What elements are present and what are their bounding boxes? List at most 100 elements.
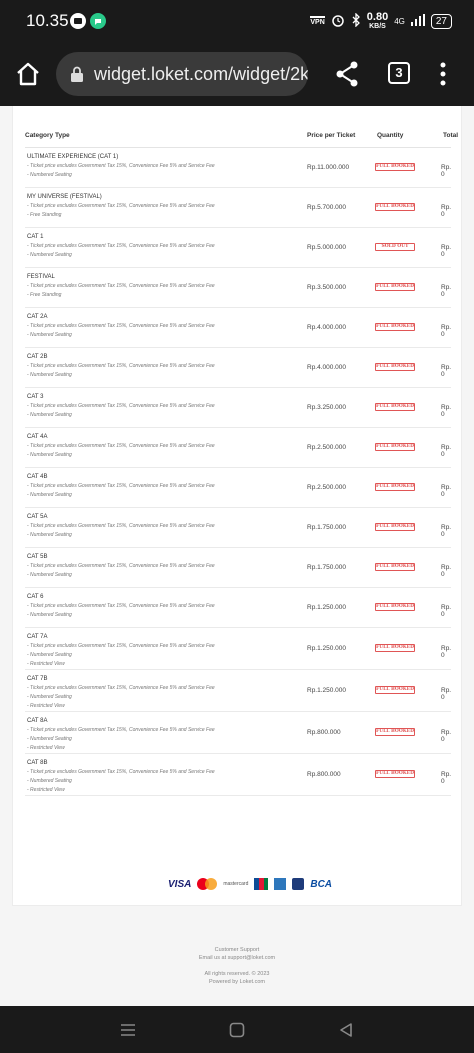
ticket-price: Rp.3.500.000 (307, 284, 347, 291)
payment-logos: VISA mastercard BCA (168, 876, 332, 892)
ticket-category-name: CAT 5A (27, 514, 48, 520)
home-nav-icon[interactable] (229, 1022, 245, 1043)
availability-badge: FULL BOOKED (375, 644, 415, 652)
ticket-row: CAT 4B - Ticket price excludes Government… (25, 468, 451, 508)
table-header: Category Type Price per Ticket Quantity … (25, 126, 458, 148)
ticket-note: - Ticket price excludes Government Tax 1… (27, 727, 215, 733)
support-email[interactable]: Email us at support@loket.com (0, 954, 474, 962)
ticket-note: - Ticket price excludes Government Tax 1… (27, 323, 215, 329)
amex-logo-icon (274, 878, 287, 890)
ticket-note: - Restricted View (27, 787, 65, 793)
jcb-logo-icon (254, 878, 269, 890)
status-bar: 10.35 VPN 0.80 KB/S 4G 27 (0, 0, 474, 42)
ticket-note: - Numbered Seating (27, 452, 72, 458)
ticket-note: - Ticket price excludes Government Tax 1… (27, 483, 215, 489)
ticket-total: Rp. 0 (441, 645, 452, 659)
ticket-category-name: CAT 4A (27, 434, 48, 440)
copyright: All rights reserved. © 2023 (204, 971, 270, 977)
ticket-total: Rp. 0 (441, 484, 452, 498)
mastercard-logo-icon (197, 878, 218, 890)
ticket-category-name: CAT 8A (27, 718, 48, 724)
bluetooth-icon (351, 11, 361, 30)
ticket-note: - Ticket price excludes Government Tax 1… (27, 243, 215, 249)
bca-logo: BCA (310, 878, 333, 890)
gpn-logo-icon (292, 878, 305, 890)
lock-icon (70, 66, 84, 82)
ticket-price: Rp.4.000.000 (307, 364, 347, 371)
ticket-category-name: CAT 7B (27, 676, 48, 682)
header-quantity: Quantity (377, 132, 404, 139)
ticket-row: CAT 2B - Ticket price excludes Government… (25, 348, 451, 388)
ticket-note: - Numbered Seating (27, 412, 72, 418)
ticket-category-name: CAT 7A (27, 634, 48, 640)
ticket-category-name: FESTIVAL (27, 274, 55, 280)
ticket-note: - Ticket price excludes Government Tax 1… (27, 643, 215, 649)
ticket-price: Rp.5.000.000 (307, 244, 347, 251)
ticket-row: CAT 5A - Ticket price excludes Government… (25, 508, 451, 548)
availability-badge: FULL BOOKED (375, 403, 415, 411)
header-total: Total (443, 132, 459, 139)
powered-by[interactable]: Powered by Loket.com (0, 978, 474, 986)
ticket-category-name: CAT 6 (27, 594, 44, 600)
ticket-note: - Ticket price excludes Government Tax 1… (27, 603, 215, 609)
header-category: Category Type (25, 132, 70, 139)
ticket-note: - Numbered Seating (27, 332, 72, 338)
availability-badge: FULL BOOKED (375, 770, 415, 778)
ticket-note: - Numbered Seating (27, 652, 72, 658)
availability-badge: FULL BOOKED (375, 203, 415, 211)
ticket-total: Rp. 0 (441, 687, 452, 701)
ticket-note: - Ticket price excludes Government Tax 1… (27, 523, 215, 529)
back-nav-icon[interactable] (338, 1022, 354, 1043)
ticket-note: - Ticket price excludes Government Tax 1… (27, 163, 215, 169)
mastercard-label: mastercard (223, 881, 249, 887)
vpn-icon: VPN (310, 16, 325, 26)
ticket-total: Rp. 0 (441, 771, 452, 785)
url-text: widget.loket.com/widget/2kj (94, 64, 308, 84)
ticket-note: - Numbered Seating (27, 612, 72, 618)
ticket-total: Rp. 0 (441, 444, 452, 458)
header-price: Price per Ticket (307, 132, 356, 139)
share-button[interactable] (334, 60, 360, 88)
availability-badge: FULL BOOKED (375, 363, 415, 371)
ticket-note: - Free Standing (27, 212, 62, 218)
ticket-price: Rp.1.250.000 (307, 645, 347, 652)
ticket-note: - Ticket price excludes Government Tax 1… (27, 443, 215, 449)
ticket-note: - Numbered Seating (27, 778, 72, 784)
ticket-row: CAT 8A - Ticket price excludes Government… (25, 712, 451, 754)
net-speed: 0.80 KB/S (367, 12, 388, 31)
overflow-menu-button[interactable] (436, 60, 450, 88)
ticket-row: CAT 7A - Ticket price excludes Government… (25, 628, 451, 670)
ticket-total: Rp. 0 (441, 164, 452, 178)
ticket-category-name: CAT 5B (27, 554, 48, 560)
ticket-note: - Free Standing (27, 292, 62, 298)
browser-toolbar: widget.loket.com/widget/2kj 3 (0, 42, 474, 106)
ticket-total: Rp. 0 (441, 244, 452, 258)
ticket-note: - Numbered Seating (27, 492, 72, 498)
ticket-total: Rp. 0 (441, 364, 452, 378)
ticket-note: - Numbered Seating (27, 252, 72, 258)
ticket-row: CAT 2A - Ticket price excludes Government… (25, 308, 451, 348)
ticket-row: CAT 1 - Ticket price excludes Government … (25, 228, 451, 268)
chat-app-icon (90, 13, 106, 29)
tab-switcher-button[interactable]: 3 (388, 62, 410, 84)
ticket-note: - Restricted View (27, 703, 65, 709)
availability-badge: FULL BOOKED (375, 523, 415, 531)
ticket-price: Rp.1.250.000 (307, 687, 347, 694)
ticket-price: Rp.11.000.000 (307, 164, 350, 171)
ticket-price: Rp.5.700.000 (307, 204, 347, 211)
ticket-price: Rp.1.250.000 (307, 604, 347, 611)
ticket-note: - Numbered Seating (27, 572, 72, 578)
home-button[interactable] (14, 60, 42, 88)
ticket-category-name: CAT 2B (27, 354, 48, 360)
availability-badge: FULL BOOKED (375, 686, 415, 694)
address-bar[interactable]: widget.loket.com/widget/2kj (56, 52, 308, 96)
battery-indicator: 27 (430, 13, 452, 29)
ticket-price: Rp.4.000.000 (307, 324, 347, 331)
availability-badge: FULL BOOKED (375, 163, 415, 171)
availability-badge: FULL BOOKED (375, 443, 415, 451)
recent-apps-icon[interactable] (120, 1022, 136, 1043)
ticket-card: Category Type Price per Ticket Quantity … (12, 106, 462, 906)
ticket-category-name: CAT 3 (27, 394, 44, 400)
ticket-note: - Numbered Seating (27, 532, 72, 538)
ticket-price: Rp.800.000 (307, 771, 341, 778)
